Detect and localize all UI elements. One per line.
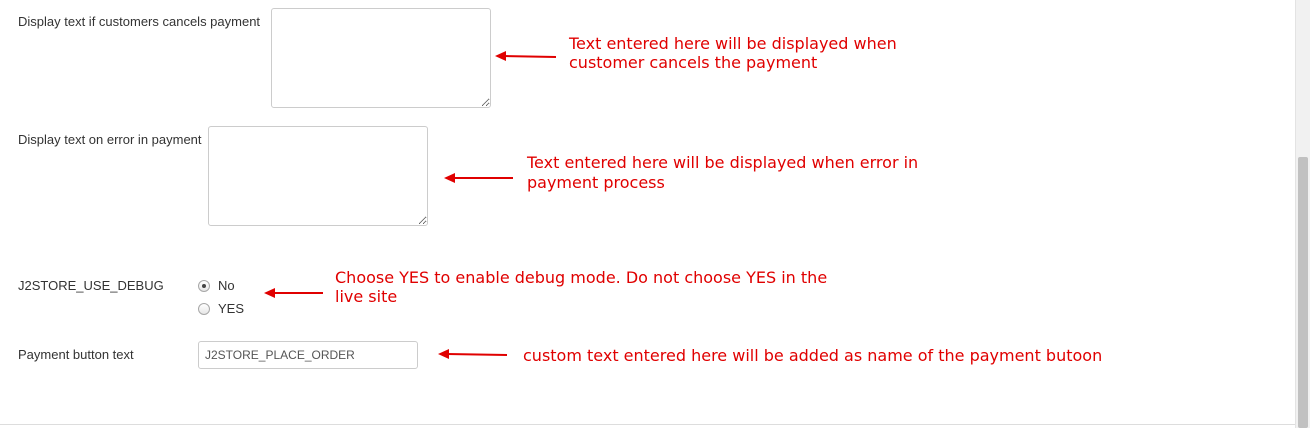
cancel-annotation-line2: customer cancels the payment (569, 53, 818, 72)
button-annotation-line1: custom text entered here will be added a… (523, 346, 1103, 365)
debug-arrow-icon (264, 288, 323, 298)
debug-option-yes[interactable]: YES (198, 301, 244, 316)
debug-option-no-label: No (218, 278, 235, 293)
error-text-textarea[interactable] (208, 126, 428, 226)
error-annotation-line1: Text entered here will be displayed when… (527, 153, 919, 172)
vertical-scrollbar[interactable] (1295, 0, 1310, 428)
cancel-arrow-icon (495, 51, 557, 61)
error-arrow-icon (444, 173, 513, 183)
radio-unchecked-icon[interactable] (198, 302, 210, 315)
scrollbar-thumb[interactable] (1298, 157, 1308, 428)
payment-button-text-label: Payment button text (18, 347, 134, 362)
debug-annotation-line2: live site (335, 287, 398, 306)
cancel-text-textarea[interactable] (271, 8, 491, 108)
debug-label: J2STORE_USE_DEBUG (18, 278, 164, 293)
payment-button-text-input[interactable] (198, 341, 418, 369)
debug-option-yes-label: YES (218, 301, 245, 316)
cancel-annotation-line1: Text entered here will be displayed when (569, 34, 897, 53)
radio-checked-icon[interactable] (198, 279, 210, 292)
cancel-text-label: Display text if customers cancels paymen… (18, 14, 261, 29)
button-arrow-icon (438, 349, 508, 359)
bottom-divider (0, 424, 1296, 425)
debug-annotation-line1: Choose YES to enable debug mode. Do not … (335, 268, 828, 287)
error-text-label: Display text on error in payment (18, 132, 202, 147)
debug-option-no[interactable]: No (198, 278, 235, 293)
error-annotation-line2: payment process (527, 173, 665, 192)
